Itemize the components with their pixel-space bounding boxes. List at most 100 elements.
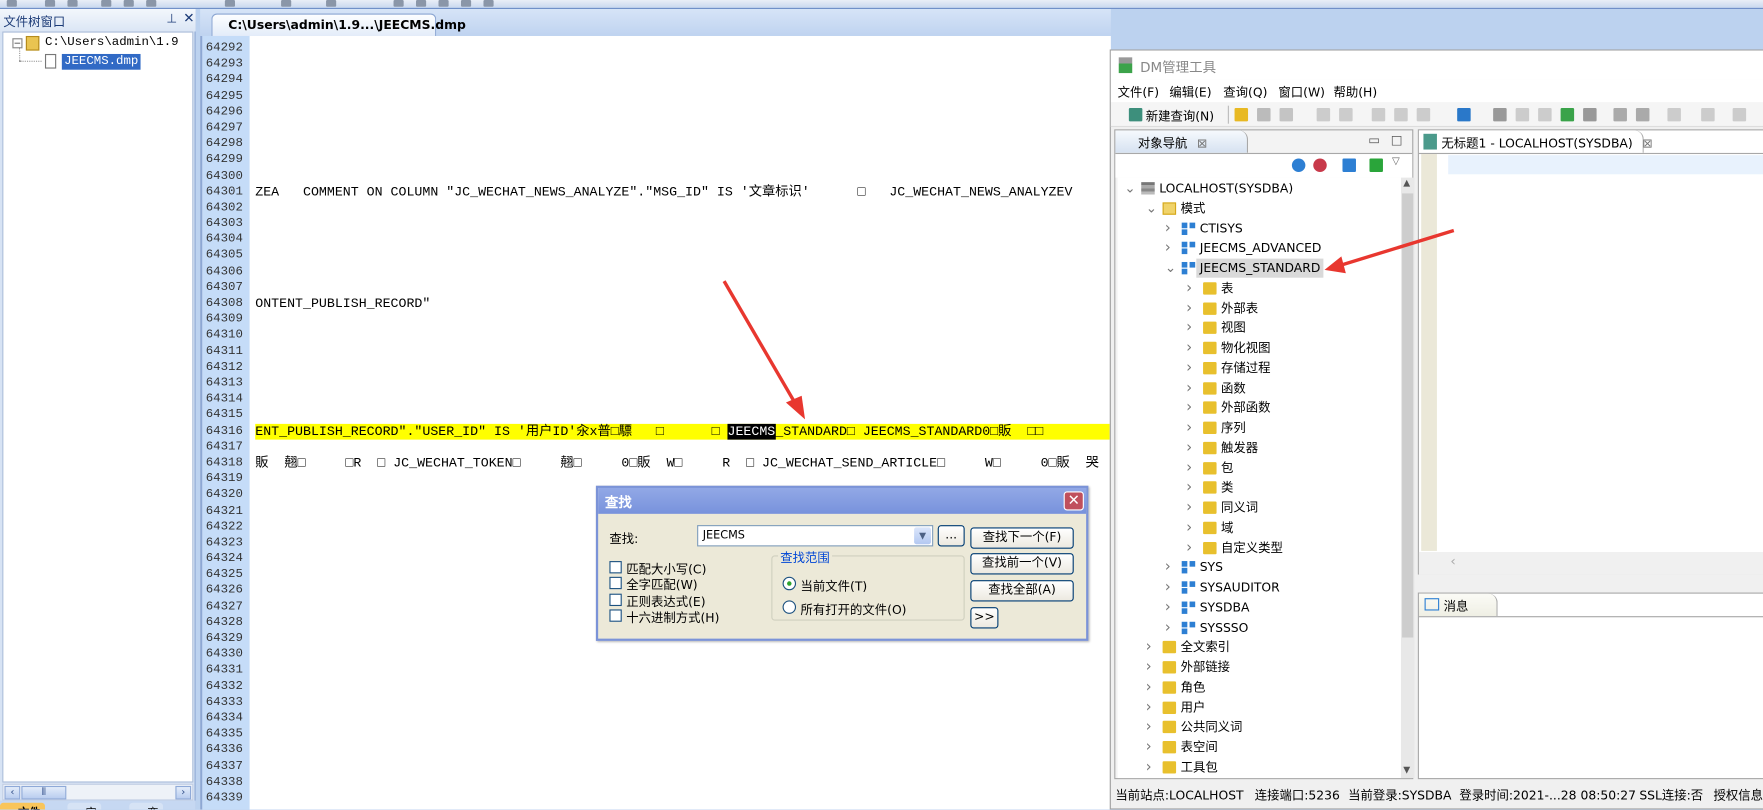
- scroll-thumb[interactable]: ⦀: [21, 785, 67, 800]
- close-button[interactable]: ✕: [1063, 491, 1084, 511]
- code-line[interactable]: ZEA COMMENT ON COLUMN "JC_WECHAT_NEWS_AN…: [255, 184, 1072, 200]
- tree-node[interactable]: › 触发器: [1118, 438, 1401, 457]
- open-icon[interactable]: [1234, 107, 1249, 122]
- tree-node[interactable]: › 存储过程: [1118, 358, 1401, 377]
- tree-node[interactable]: › 域: [1118, 518, 1401, 537]
- chevron-right-icon[interactable]: ›: [1186, 338, 1192, 357]
- chevron-right-icon[interactable]: ›: [1146, 758, 1152, 777]
- tab-vars[interactable]: 变: [129, 802, 164, 810]
- chevron-right-icon[interactable]: ›: [1186, 358, 1192, 377]
- pin-icon[interactable]: ⊥: [166, 11, 177, 26]
- edit-icon[interactable]: [1342, 158, 1356, 173]
- tree-node[interactable]: ⌄ LOCALHOST(SYSDBA): [1118, 179, 1401, 198]
- tree-node[interactable]: › SYSDBA: [1118, 598, 1401, 617]
- menu-file[interactable]: 文件(F): [1118, 83, 1160, 101]
- chevron-right-icon[interactable]: ›: [1186, 279, 1192, 298]
- chevron-right-icon[interactable]: ›: [1165, 578, 1171, 597]
- expand-all-icon[interactable]: [1369, 158, 1383, 173]
- run-icon[interactable]: [1493, 107, 1507, 122]
- regex-checkbox[interactable]: [609, 593, 622, 607]
- expand-button[interactable]: >>: [970, 607, 999, 629]
- schedule-icon[interactable]: [1701, 107, 1715, 122]
- tab-sql-editor[interactable]: 无标题1 - LOCALHOST(SYSDBA) ⊠: [1418, 130, 1653, 153]
- tab-jeecms-dmp[interactable]: C:\Users\admin\1.9...\JEECMS.dmp: [211, 13, 466, 36]
- tree-node[interactable]: ⌄ 模式: [1118, 199, 1401, 218]
- tree-node[interactable]: › JEECMS_ADVANCED: [1118, 239, 1401, 258]
- find-next-button[interactable]: 查找下一个(F): [970, 527, 1074, 549]
- tree-node[interactable]: › SYSAUDITOR: [1118, 578, 1401, 597]
- match-case-checkbox[interactable]: [609, 561, 622, 574]
- tree-node[interactable]: › SYS: [1118, 558, 1401, 577]
- more-button[interactable]: ...: [937, 525, 965, 547]
- commit-icon[interactable]: [1613, 107, 1627, 122]
- chevron-right-icon[interactable]: ›: [1186, 478, 1192, 497]
- view-menu-icon[interactable]: ▽: [1392, 156, 1400, 167]
- find-all-button[interactable]: 查找全部(A): [970, 580, 1074, 602]
- tab-files[interactable]: 文件: [0, 802, 45, 810]
- scope-current-radio[interactable]: [782, 576, 797, 591]
- scroll-up-icon[interactable]: ▲: [1403, 178, 1410, 188]
- tree-node[interactable]: › 用户: [1118, 698, 1401, 717]
- chevron-right-icon[interactable]: ›: [1146, 638, 1152, 657]
- chevron-right-icon[interactable]: ›: [1186, 418, 1192, 437]
- menu-window[interactable]: 窗口(W): [1278, 83, 1325, 101]
- maximize-icon[interactable]: □: [1391, 133, 1403, 148]
- code-line[interactable]: ONTENT_PUBLISH_RECORD": [255, 296, 430, 312]
- tree-node[interactable]: › 公共同义词: [1118, 718, 1401, 737]
- paste-icon[interactable]: [1416, 107, 1431, 122]
- run-script-icon[interactable]: [1560, 107, 1575, 122]
- rollback-icon[interactable]: [1635, 107, 1650, 122]
- tree-node[interactable]: › 外部表: [1118, 299, 1401, 318]
- chevron-down-icon[interactable]: ⌄: [1146, 199, 1157, 218]
- chevron-right-icon[interactable]: ›: [1146, 718, 1152, 737]
- chevron-right-icon[interactable]: ›: [1186, 438, 1192, 457]
- chevron-down-icon[interactable]: ▼: [914, 527, 931, 545]
- chevron-right-icon[interactable]: ›: [1186, 518, 1192, 537]
- chevron-down-icon[interactable]: ⌄: [1165, 259, 1176, 278]
- tree-node[interactable]: › 序列: [1118, 418, 1401, 437]
- run-line-icon[interactable]: [1538, 107, 1552, 122]
- chevron-right-icon[interactable]: ›: [1165, 219, 1171, 238]
- undo-icon[interactable]: [1316, 107, 1331, 122]
- save-icon[interactable]: [1257, 107, 1271, 122]
- redo-icon[interactable]: [1339, 107, 1353, 122]
- tab-object-navigator[interactable]: 对象导航 ⊠: [1115, 130, 1249, 153]
- collapse-icon[interactable]: −: [12, 38, 23, 49]
- find-previous-button[interactable]: 查找前一个(V): [970, 553, 1074, 575]
- tree-node[interactable]: › 自定义类型: [1118, 538, 1401, 557]
- tree-node[interactable]: › 表空间: [1118, 738, 1401, 757]
- text-editor[interactable]: 64292 64293 64294 64295 64296 64297 64298 64299…: [200, 35, 1111, 810]
- chevron-right-icon[interactable]: ›: [1186, 498, 1192, 517]
- tree-node[interactable]: › 物化视图: [1118, 338, 1401, 357]
- minimize-icon[interactable]: ▭: [1368, 133, 1380, 148]
- horizontal-scrollbar[interactable]: ‹: [1418, 552, 1763, 575]
- chevron-right-icon[interactable]: ›: [1186, 378, 1192, 397]
- tree-node[interactable]: › 全文索引: [1118, 638, 1401, 657]
- tree-node[interactable]: › SYSSSO: [1118, 618, 1401, 637]
- stop-icon[interactable]: [1583, 107, 1597, 122]
- chevron-right-icon[interactable]: ›: [1146, 658, 1152, 677]
- chevron-right-icon[interactable]: ›: [1165, 239, 1171, 258]
- tree-node[interactable]: › 工具包: [1118, 758, 1401, 777]
- hex-mode-checkbox[interactable]: [609, 609, 622, 622]
- whole-word-checkbox[interactable]: [609, 576, 622, 590]
- chevron-right-icon[interactable]: ›: [1146, 738, 1152, 757]
- save-all-icon[interactable]: [1279, 107, 1294, 122]
- chevron-right-icon[interactable]: ›: [1165, 598, 1171, 617]
- sql-input[interactable]: [1437, 154, 1763, 551]
- vertical-scrollbar[interactable]: ▲ ▼: [1400, 177, 1415, 779]
- root-folder[interactable]: C:\Users\admin\1.9: [45, 36, 179, 49]
- connect-icon[interactable]: [1291, 158, 1306, 173]
- tab-define[interactable]: 定: [67, 802, 102, 810]
- chevron-right-icon[interactable]: ›: [1186, 299, 1192, 318]
- plan-icon[interactable]: [1667, 107, 1681, 122]
- chevron-right-icon[interactable]: ›: [1146, 698, 1152, 717]
- tree-node[interactable]: › CTISYS: [1118, 219, 1401, 238]
- dialog-title[interactable]: 查找: [598, 487, 1087, 514]
- tree-node[interactable]: › 视图: [1118, 318, 1401, 337]
- chevron-down-icon[interactable]: ⌄: [1124, 179, 1135, 198]
- menu-edit[interactable]: 编辑(E): [1169, 83, 1211, 101]
- tree-node[interactable]: › 外部函数: [1118, 398, 1401, 417]
- horizontal-scrollbar[interactable]: ‹ ⦀ ›: [2, 783, 194, 801]
- chevron-right-icon[interactable]: ›: [1146, 678, 1152, 697]
